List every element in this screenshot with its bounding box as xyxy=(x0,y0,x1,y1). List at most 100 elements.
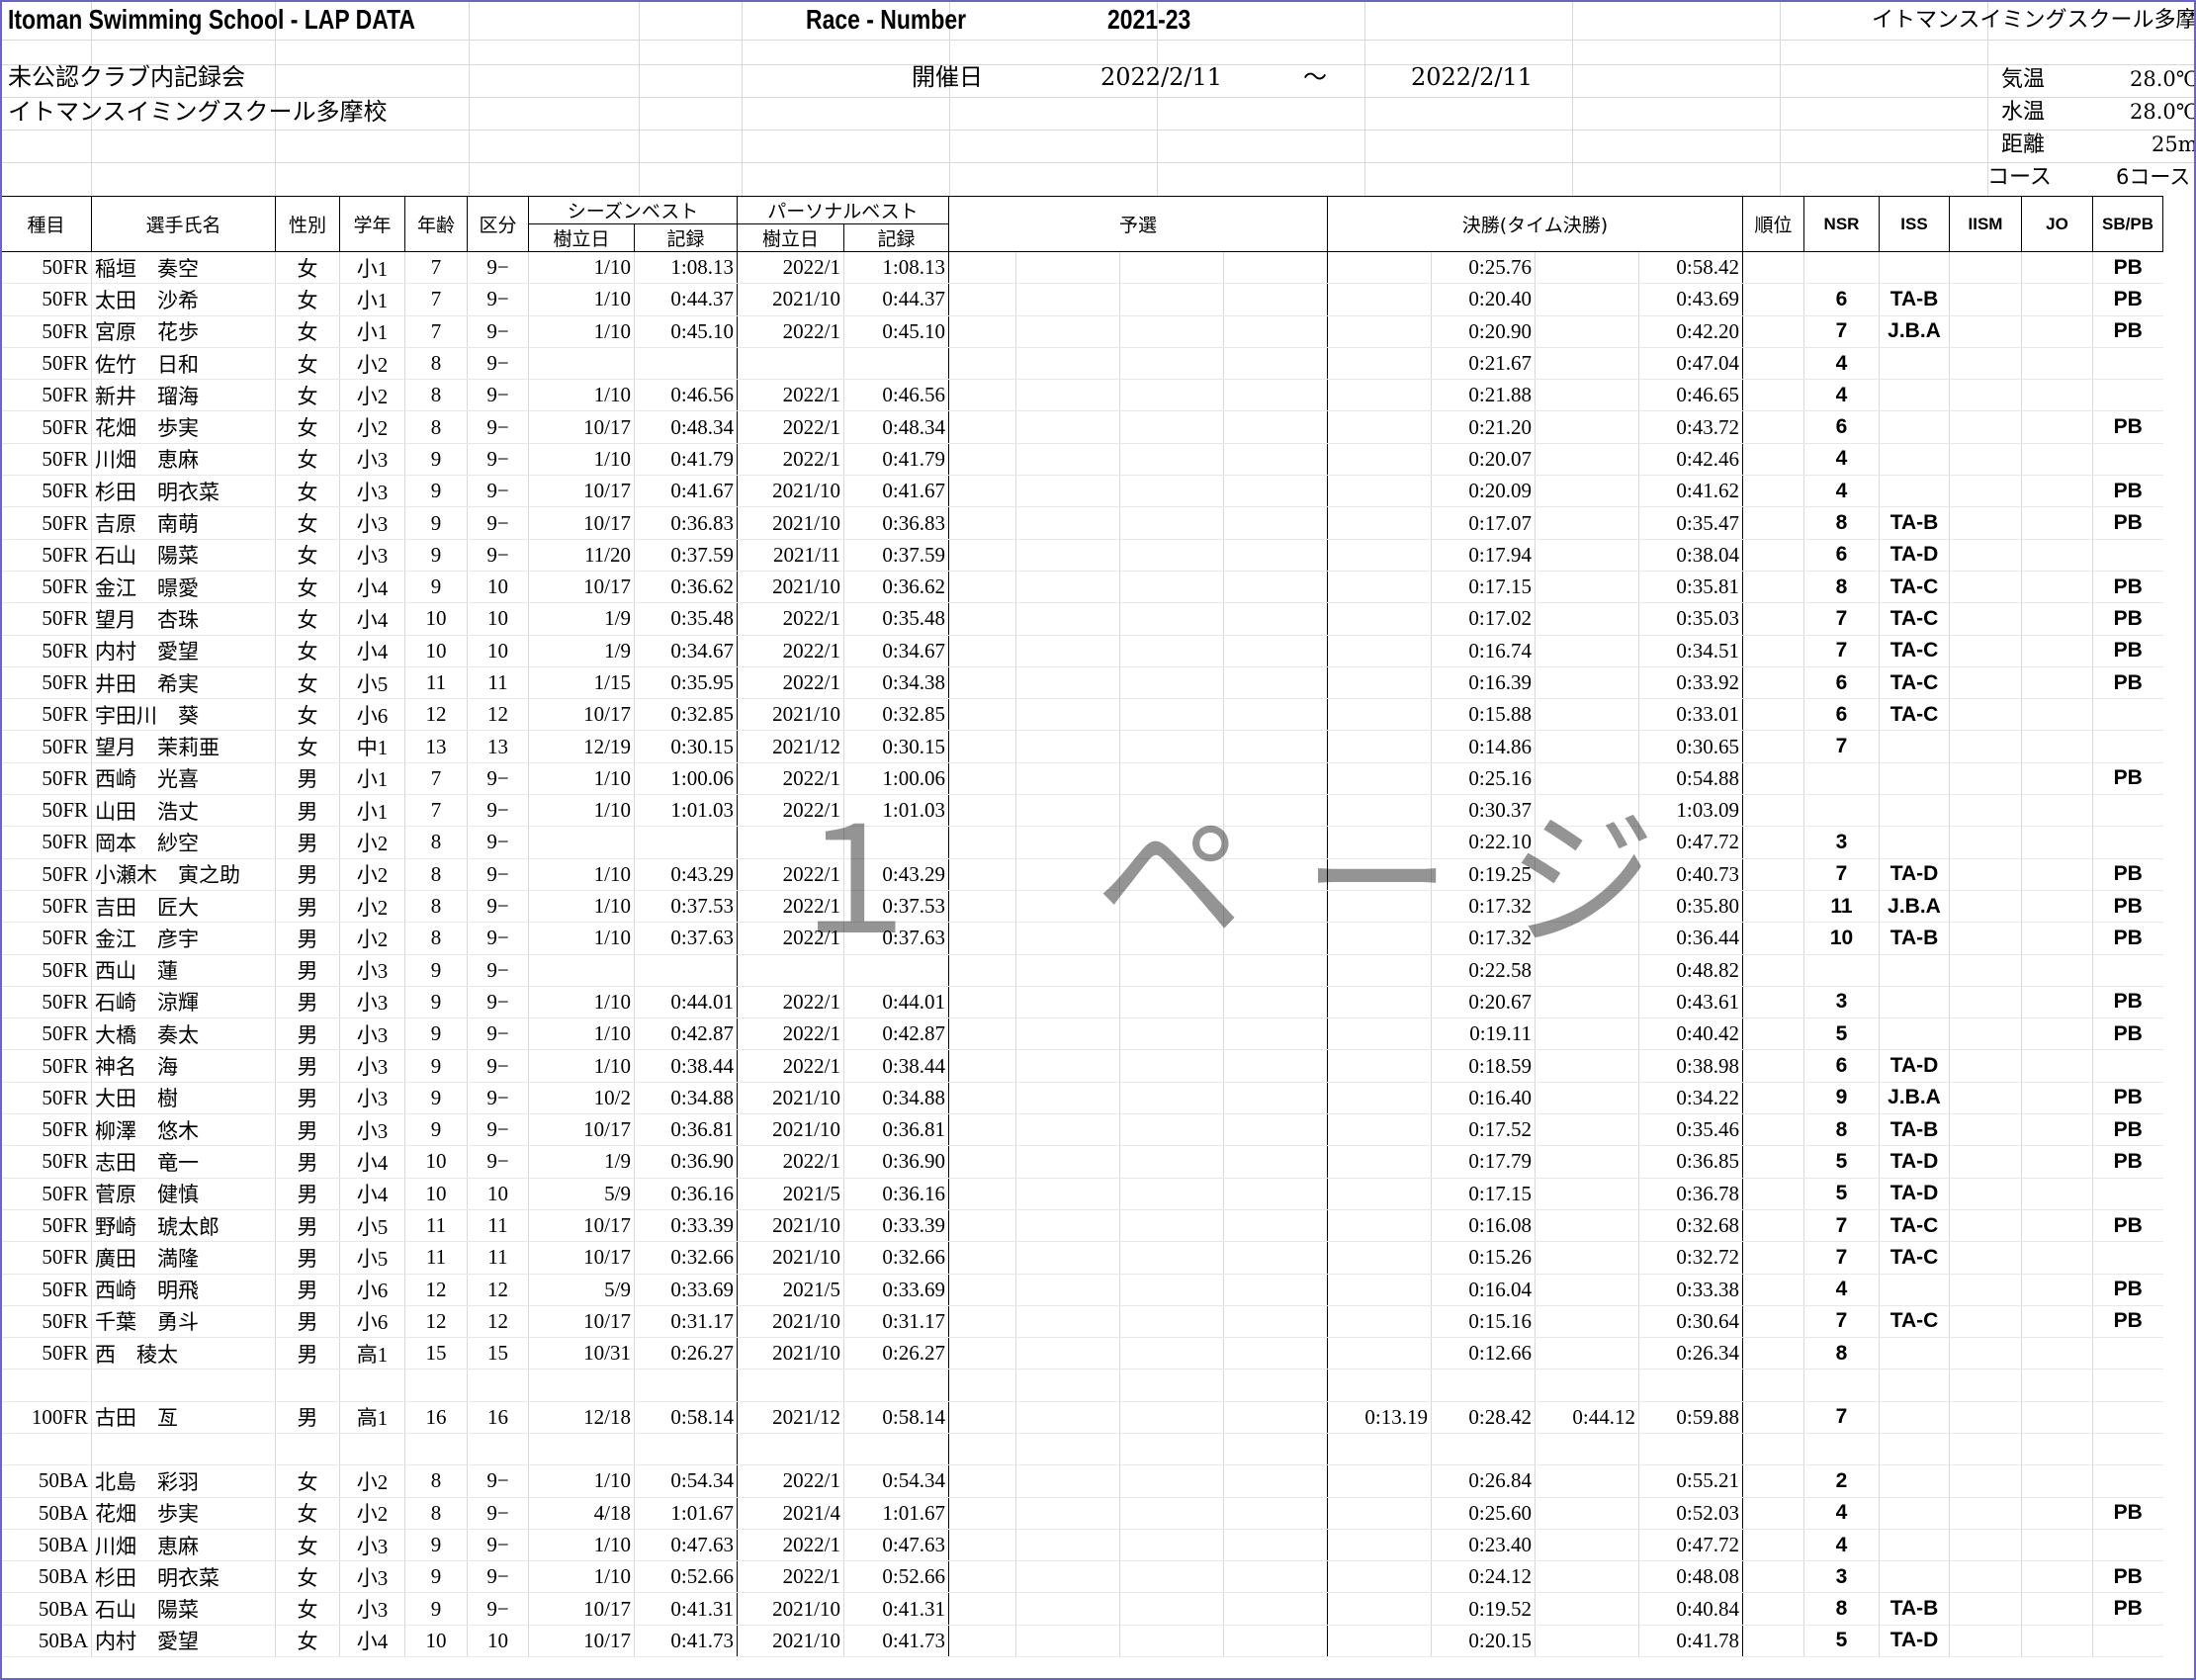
sbpb-cell: PB xyxy=(2092,1274,2163,1306)
lap3-cell xyxy=(1535,602,1639,636)
lap2-cell: 0:25.76 xyxy=(1431,251,1536,285)
name-cell: 神名 海 xyxy=(91,1049,276,1083)
empty-cell xyxy=(1742,1113,1804,1147)
empty-cell xyxy=(1742,443,1804,477)
division-cell: 9− xyxy=(467,1145,529,1179)
table-row: 50FR 佐竹 日和女小2 8 9− 0:21.67 0:47.04 4 xyxy=(0,347,2163,381)
name-cell xyxy=(91,1433,276,1466)
sb-date-cell xyxy=(528,826,635,859)
name-cell: 廣田 満隆 xyxy=(91,1241,276,1275)
empty-cell xyxy=(2021,475,2093,508)
iss-cell: J.B.A xyxy=(1879,1082,1950,1115)
lap2-cell: 0:18.59 xyxy=(1431,1049,1536,1083)
sex-cell: 女 xyxy=(275,698,340,732)
lap2-cell: 0:19.11 xyxy=(1431,1017,1536,1051)
empty-cell xyxy=(948,539,1016,572)
division-cell: 9− xyxy=(467,1017,529,1051)
sbpb-cell: PB xyxy=(2092,1209,2163,1243)
race-label: Race - Number xyxy=(806,4,967,35)
sb-date-cell: 10/17 xyxy=(528,571,635,604)
lap1-cell xyxy=(1327,1337,1432,1371)
grade-cell xyxy=(339,1369,405,1402)
sbpb-cell xyxy=(2092,379,2163,412)
sbpb-cell: PB xyxy=(2092,890,2163,924)
event-cell: 50FR xyxy=(0,475,92,508)
table-row: 50FR 石崎 涼輝男小3 9 9− 1/10 0:44.01 2022/1 0:44.01 0… xyxy=(0,986,2163,1019)
empty-cell xyxy=(948,1464,1016,1498)
lap2-cell: 0:15.16 xyxy=(1431,1305,1536,1339)
sb-record-cell: 0:44.01 xyxy=(634,986,738,1019)
sbpb-cell xyxy=(2092,698,2163,732)
pb-record-cell: 0:54.34 xyxy=(843,1464,949,1498)
nsr-cell: 5 xyxy=(1803,1625,1880,1658)
grade-cell: 小1 xyxy=(339,315,405,348)
sbpb-cell: PB xyxy=(2092,635,2163,667)
division-cell: 9− xyxy=(467,858,529,891)
name-cell: 千葉 勇斗 xyxy=(91,1305,276,1339)
empty-cell xyxy=(1119,1497,1224,1530)
grade-cell: 小2 xyxy=(339,410,405,444)
sbpb-cell: PB xyxy=(2092,858,2163,891)
empty-cell xyxy=(1949,1209,2022,1243)
empty-cell xyxy=(2021,347,2093,381)
lap3-cell xyxy=(1535,539,1639,572)
name-cell xyxy=(91,1369,276,1402)
empty-cell xyxy=(1949,1305,2022,1339)
iss-cell: TA-B xyxy=(1879,922,1950,955)
sbpb-cell: PB xyxy=(2092,1017,2163,1051)
name-cell: 柳澤 悠木 xyxy=(91,1113,276,1147)
col-season-best: シーズンベスト xyxy=(528,196,738,224)
empty-cell xyxy=(2021,1401,2093,1434)
empty-cell xyxy=(1949,1178,2022,1210)
division-cell: 11 xyxy=(467,666,529,700)
iss-cell: TA-D xyxy=(1879,1145,1950,1179)
sex-cell: 女 xyxy=(275,602,340,636)
pb-record-cell: 0:36.90 xyxy=(843,1145,949,1179)
empty-cell xyxy=(1949,379,2022,412)
final-time-cell: 0:43.61 xyxy=(1638,986,1743,1019)
sb-date-cell: 10/17 xyxy=(528,475,635,508)
nsr-cell: 4 xyxy=(1803,379,1880,412)
grade-cell: 小3 xyxy=(339,986,405,1019)
pb-date-cell: 2021/10 xyxy=(737,1337,844,1371)
age-cell: 9 xyxy=(404,1049,468,1083)
event-cell: 50FR xyxy=(0,443,92,477)
name-cell: 杉田 明衣菜 xyxy=(91,475,276,508)
sex-cell: 女 xyxy=(275,410,340,444)
final-time-cell: 0:38.98 xyxy=(1638,1049,1743,1083)
empty-cell xyxy=(1949,1464,2022,1498)
pb-record-cell: 0:36.16 xyxy=(843,1178,949,1210)
lap3-cell xyxy=(1535,986,1639,1019)
empty-cell xyxy=(1223,1274,1328,1306)
sex-cell: 男 xyxy=(275,858,340,891)
final-time-cell xyxy=(1638,1369,1743,1402)
name-cell: 内村 愛望 xyxy=(91,635,276,667)
grade-cell: 小6 xyxy=(339,1274,405,1306)
division-cell: 9− xyxy=(467,251,529,285)
empty-cell xyxy=(2021,443,2093,477)
table-row: 50FR 千葉 勇斗男小6 12 12 10/17 0:31.17 2021/10 0:31.… xyxy=(0,1305,2163,1339)
sb-record-cell: 0:47.63 xyxy=(634,1529,738,1562)
sex-cell xyxy=(275,1433,340,1466)
final-time-cell: 0:59.88 xyxy=(1638,1401,1743,1434)
sbpb-cell: PB xyxy=(2092,283,2163,316)
division-cell: 10 xyxy=(467,635,529,667)
spreadsheet: Itoman Swimming School - LAP DATA Race -… xyxy=(0,0,2196,1680)
sb-record-cell: 0:34.88 xyxy=(634,1082,738,1115)
empty-cell xyxy=(1119,379,1224,412)
age-cell: 9 xyxy=(404,571,468,604)
lap3-cell xyxy=(1535,315,1639,348)
empty-cell xyxy=(2021,1497,2093,1530)
nsr-cell: 6 xyxy=(1803,698,1880,732)
lap2-cell: 0:14.86 xyxy=(1431,730,1536,763)
nsr-cell: 7 xyxy=(1803,730,1880,763)
course-label: コース xyxy=(1987,165,2052,190)
final-time-cell: 0:36.85 xyxy=(1638,1145,1743,1179)
empty-cell xyxy=(1119,1560,1224,1594)
sb-date-cell: 1/9 xyxy=(528,1145,635,1179)
table-row: 50FR 大田 樹男小3 9 9− 10/2 0:34.88 2021/10 0:34.88 0… xyxy=(0,1082,2163,1115)
sex-cell: 男 xyxy=(275,986,340,1019)
empty-cell xyxy=(1119,1049,1224,1083)
sb-date-cell: 10/2 xyxy=(528,1082,635,1115)
empty-cell xyxy=(1223,283,1328,316)
